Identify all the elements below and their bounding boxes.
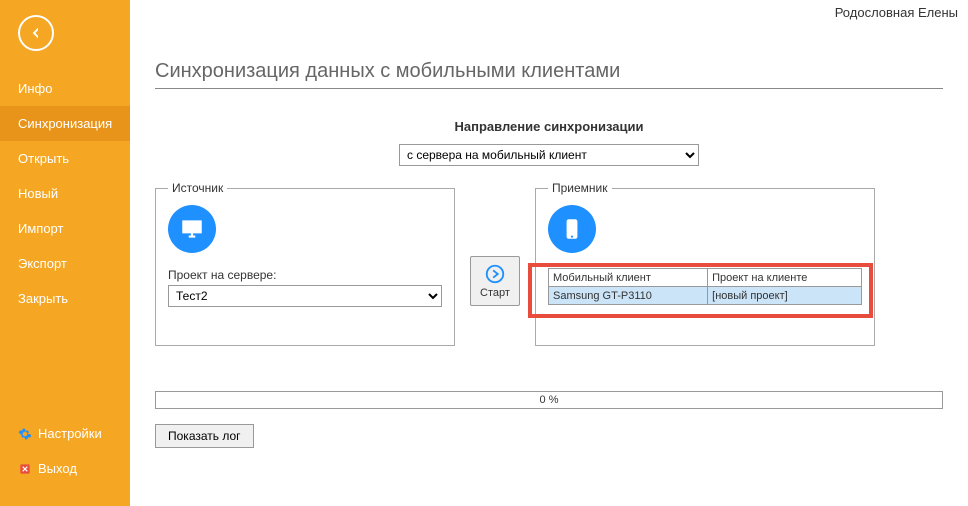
exit-icon [18, 462, 32, 476]
sidebar: Инфо Синхронизация Открыть Новый Импорт … [0, 0, 130, 506]
sidebar-item-info[interactable]: Инфо [0, 71, 130, 106]
direction-select[interactable]: с сервера на мобильный клиент [399, 144, 699, 166]
arrow-left-icon [28, 25, 44, 41]
sidebar-item-sync[interactable]: Синхронизация [0, 106, 130, 141]
monitor-icon [168, 205, 216, 253]
page-title: Синхронизация данных с мобильными клиент… [155, 60, 943, 83]
source-fieldset: Источник Проект на сервере: Тест2 [155, 181, 455, 346]
receiver-legend: Приемник [548, 181, 612, 195]
direction-label: Направление синхронизации [455, 119, 644, 134]
progress-bar: 0 % [155, 391, 943, 409]
arrow-right-circle-icon [484, 263, 506, 285]
gear-icon [18, 427, 32, 441]
col-project-client: Проект на клиенте [708, 269, 862, 287]
source-legend: Источник [168, 181, 227, 195]
start-button[interactable]: Старт [470, 256, 520, 306]
sidebar-item-export[interactable]: Экспорт [0, 246, 130, 281]
main-content: Родословная Елены Синхронизация данных с… [130, 0, 968, 506]
exit-label: Выход [38, 461, 77, 476]
back-button[interactable] [18, 15, 54, 51]
receiver-fieldset: Приемник Мобильный клиент Проект на клие… [535, 181, 875, 346]
sidebar-item-settings[interactable]: Настройки [0, 416, 130, 451]
sidebar-item-open[interactable]: Открыть [0, 141, 130, 176]
title-divider [155, 88, 943, 89]
sidebar-item-exit[interactable]: Выход [0, 451, 130, 486]
sidebar-item-close[interactable]: Закрыть [0, 281, 130, 316]
cell-mobile: Samsung GT-P3110 [549, 287, 708, 305]
settings-label: Настройки [38, 426, 102, 441]
progress-text: 0 % [540, 394, 559, 406]
col-mobile-client: Мобильный клиент [549, 269, 708, 287]
receiver-table[interactable]: Мобильный клиент Проект на клиенте Samsu… [548, 268, 862, 305]
start-label: Старт [480, 287, 510, 299]
show-log-button[interactable]: Показать лог [155, 424, 254, 448]
phone-icon [548, 205, 596, 253]
source-field-label: Проект на сервере: [168, 268, 442, 282]
sidebar-item-new[interactable]: Новый [0, 176, 130, 211]
table-row[interactable]: Samsung GT-P3110 [новый проект] [549, 287, 862, 305]
table-header-row: Мобильный клиент Проект на клиенте [549, 269, 862, 287]
cell-project: [новый проект] [708, 287, 862, 305]
source-project-select[interactable]: Тест2 [168, 285, 442, 307]
direction-block: Направление синхронизации с сервера на м… [155, 119, 943, 166]
header-title: Родословная Елены [835, 5, 958, 20]
sidebar-item-import[interactable]: Импорт [0, 211, 130, 246]
